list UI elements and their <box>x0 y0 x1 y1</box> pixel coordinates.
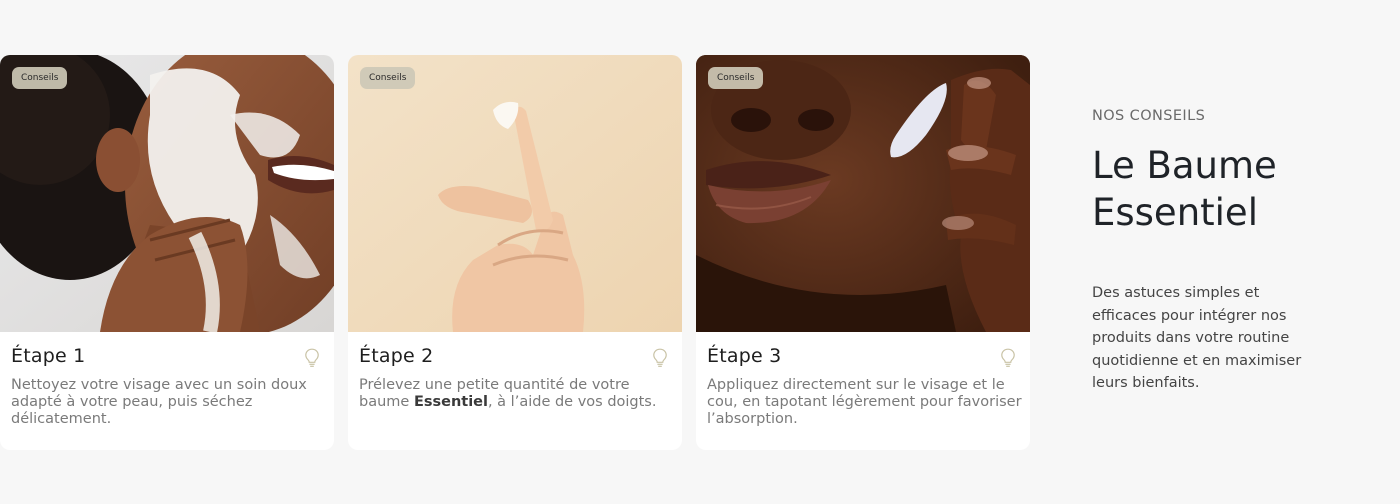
category-badge: Conseils <box>360 67 416 89</box>
step-title: Étape 3 <box>707 345 782 367</box>
step-title: Étape 2 <box>359 345 434 367</box>
lightbulb-icon <box>305 348 319 367</box>
product-name: Essentiel <box>413 394 488 410</box>
lightbulb-icon <box>653 348 667 367</box>
step-3-photo <box>696 55 1030 332</box>
intro-panel: NOS CONSEILS Le Baume Essentiel Des astu… <box>1092 108 1382 395</box>
step-description: Prélevez une petite quantité de votre ba… <box>359 377 657 410</box>
step-1-photo <box>0 55 334 332</box>
category-badge: Conseils <box>12 67 68 89</box>
section-description: Des astuces simples et efficaces pour in… <box>1092 285 1302 392</box>
lightbulb-icon <box>1001 348 1015 367</box>
step-description: Nettoyez votre visage avec un soin doux … <box>11 377 307 427</box>
section-heading: Le Baume Essentiel <box>1092 144 1277 234</box>
step-card-1[interactable]: Conseils Étape 1 Nettoyez votre visage a… <box>0 55 334 450</box>
step-description: Appliquez directement sur le visage et l… <box>707 377 1022 427</box>
category-badge: Conseils <box>708 67 764 89</box>
step-2-photo <box>348 55 682 332</box>
section-eyebrow: NOS CONSEILS <box>1092 108 1206 124</box>
step-card-2[interactable]: Conseils Étape 2 Prélevez une petite qua… <box>348 55 682 450</box>
step-card-3[interactable]: Conseils Étape 3 Appliquez directement s… <box>696 55 1030 450</box>
step-title: Étape 1 <box>11 345 86 367</box>
